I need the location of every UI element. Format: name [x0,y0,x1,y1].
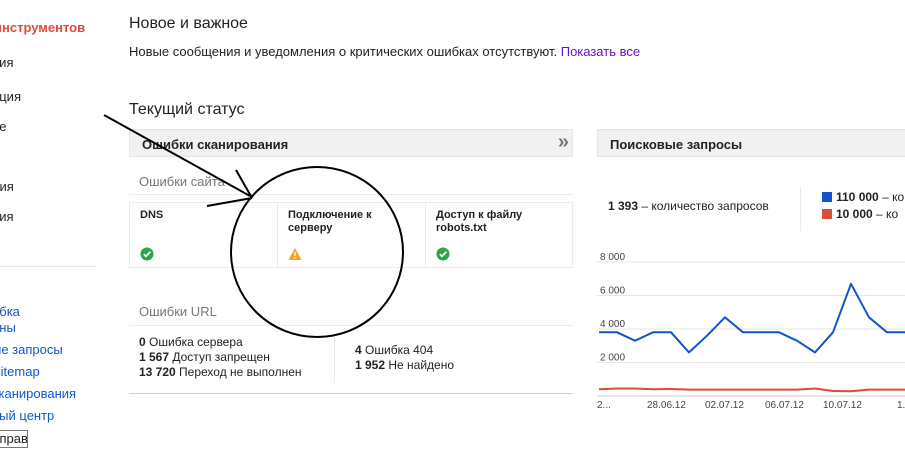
sidebar-link[interactable]: ный центр [0,408,54,423]
url-error-item[interactable]: 4 Ошибка 404 [355,343,454,358]
sidebar-search-input[interactable]: справ [0,430,28,448]
x-tick-label: 1... [897,400,905,411]
site-errors-label: Ошибки сайта [139,174,225,189]
sidebar-title: инструментов [0,20,86,35]
url-errors-separator [334,333,335,383]
sidebar-item[interactable]: ация [0,89,21,104]
url-error-item[interactable]: 0 Ошибка сервера [139,335,302,350]
queries-count-label: – количество запросов [641,199,769,213]
url-error-item[interactable]: 13 720 Переход не выполнен [139,365,302,380]
chart-y-ticks: 8 000 6 000 4 000 2 000 [600,252,625,364]
chart-grid [597,261,905,397]
x-tick-label: 10.07.12 [823,400,862,411]
show-all-link[interactable]: Показать все [561,44,640,59]
chart-x-ticks: 2... 28.06.12 02.07.12 06.07.12 10.07.12 1... [597,400,905,411]
legend-separator [800,187,801,231]
check-icon [436,247,450,261]
y-tick-label: 6 000 [600,286,625,297]
sidebar-item[interactable]: ния [0,55,13,70]
tile-label: Доступ к файлу robots.txt [436,209,523,234]
news-text: Новые сообщения и уведомления о критичес… [129,44,558,59]
legend-swatch [822,192,832,202]
check-icon [140,247,154,261]
series-line-impressions [599,282,905,354]
chevron-right-icon[interactable]: » [558,131,569,154]
warning-icon [288,248,302,260]
sidebar-link[interactable]: Sitemap [0,364,40,379]
series-line-clicks [598,387,905,393]
tile-label: DNS [140,209,164,221]
sidebar-item[interactable]: ция [0,179,14,194]
search-queries-title: Поисковые запросы [610,137,743,152]
url-errors-right: 4 Ошибка 404 1 952 Не найдено [355,343,454,373]
crawl-card-bottom [129,393,573,394]
site-errors-divider [129,194,573,195]
sidebar-link[interactable]: ины [0,320,16,335]
y-tick-label: 2 000 [600,353,625,364]
url-error-item[interactable]: 1 952 Не найдено [355,358,454,373]
site-errors-tiles: DNS Подключение к серверу Доступ к файлу… [129,202,573,268]
crawl-errors-title: Ошибки сканирования [142,137,289,152]
tile-server-connection[interactable]: Подключение к серверу [278,203,425,267]
sidebar-link[interactable]: ые запросы [0,342,63,357]
sidebar-item[interactable]: рия [0,209,14,224]
news-title: Новое и важное [129,15,248,32]
tile-robots-txt[interactable]: Доступ к файлу robots.txt [426,203,572,267]
sidebar-link[interactable]: ибка [0,304,20,319]
x-tick-label: 28.06.12 [647,400,686,411]
crawl-errors-header[interactable]: Ошибки сканирования » [129,129,573,157]
search-queries-header[interactable]: Поисковые запросы [597,129,905,157]
tile-dns[interactable]: DNS [130,203,277,267]
url-errors-divider [129,325,573,326]
sidebar: инструментов ния ация ие ция рия ибка ин… [0,0,112,467]
legend-clicks: 10 000 – ко [822,207,898,221]
x-tick-label: 02.07.12 [705,400,744,411]
sidebar-divider [0,266,96,267]
news-notice: Новые сообщения и уведомления о критичес… [129,44,640,59]
x-tick-label: 06.07.12 [765,400,804,411]
search-queries-chart: 8 000 6 000 4 000 2 000 2... 28.06.12 02.07.1… [597,252,905,411]
tile-label: Подключение к серверу [288,209,372,234]
url-errors-label: Ошибки URL [139,304,217,319]
y-tick-label: 4 000 [600,319,625,330]
chart-series [598,282,905,393]
sidebar-item[interactable]: ие [0,119,7,134]
y-tick-label: 8 000 [600,252,625,263]
legend-swatch [822,209,832,219]
queries-count: 1 393 [608,199,639,213]
legend-impressions: 110 000 – ко [822,190,904,204]
status-title: Текущий статус [129,101,245,118]
url-errors-left: 0 Ошибка сервера 1 567 Доступ запрещен 1… [139,335,302,380]
sidebar-link[interactable]: сканирования [0,386,76,401]
x-tick-label: 2... [597,400,611,411]
url-error-item[interactable]: 1 567 Доступ запрещен [139,350,302,365]
queries-summary: 1 393 – количество запросов [608,199,769,213]
